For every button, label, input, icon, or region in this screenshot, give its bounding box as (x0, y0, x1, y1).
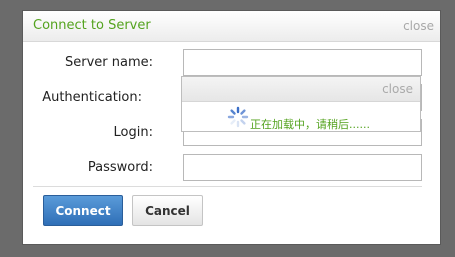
authentication-label: Authentication: (42, 90, 142, 105)
loading-close-link[interactable]: close (382, 82, 413, 96)
password-label: Password: (87, 160, 153, 175)
cancel-button[interactable]: Cancel (132, 195, 203, 226)
loading-spinner-icon (227, 106, 249, 128)
loading-message: 正在加载中，请稍后...... (250, 118, 370, 131)
dialog-title: Connect to Server (33, 18, 151, 33)
connect-button[interactable]: Connect (43, 195, 123, 226)
loading-popup-bar: close (182, 77, 420, 102)
password-input[interactable] (183, 154, 422, 181)
loading-popup: close 正在加载中，请稍后...... (181, 76, 421, 132)
dialog-close-link[interactable]: close (403, 19, 434, 33)
server-name-input[interactable] (183, 49, 422, 76)
dialog-titlebar: Connect to Server close (23, 11, 440, 42)
server-name-label: Server name: (64, 55, 153, 70)
login-label: Login: (113, 125, 153, 140)
form-divider (33, 186, 422, 187)
